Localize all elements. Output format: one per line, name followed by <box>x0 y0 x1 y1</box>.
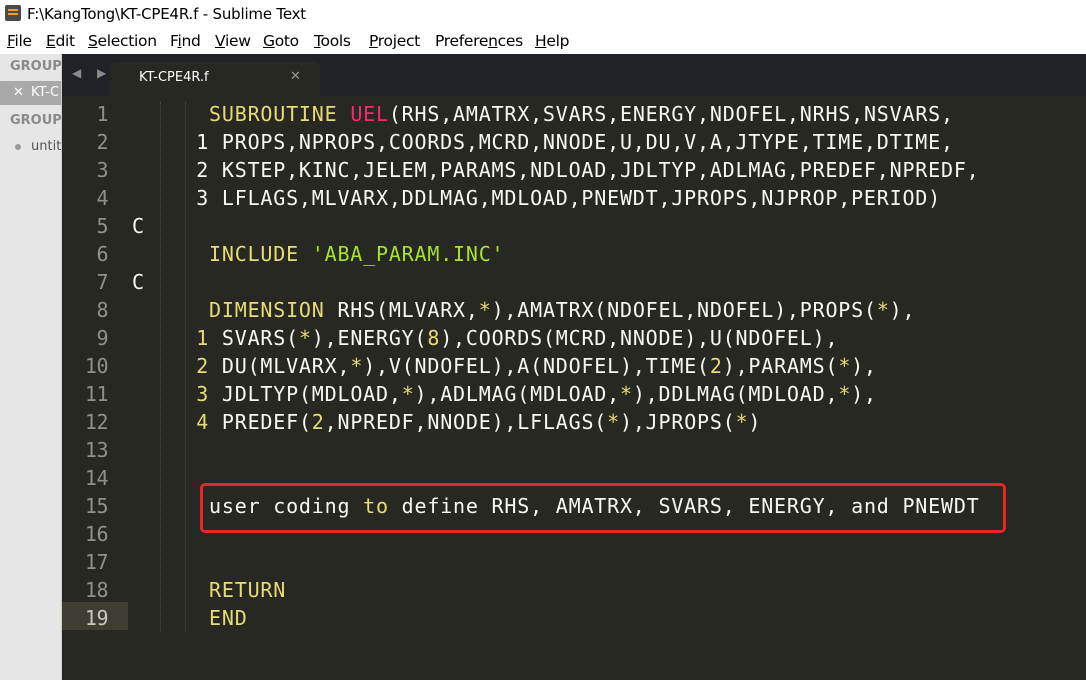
code-line: 6 INCLUDE 'ABA_PARAM.INC' <box>62 240 1086 268</box>
menu-item[interactable]: Project <box>369 32 420 50</box>
code-line: 7C <box>62 268 1086 296</box>
line-number: 7 <box>96 270 108 294</box>
line-number: 4 <box>96 186 108 210</box>
code-line: 9 1 SVARS(*),ENERGY(8),COORDS(MCRD,NNODE… <box>62 324 1086 352</box>
tab-kt-cpe4r[interactable]: KT-CPE4R.f ✕ <box>110 62 320 96</box>
line-number: 9 <box>96 326 108 350</box>
code-text: 3 LFLAGS,MLVARX,DDLMAG,MDLOAD,PNEWDT,JPR… <box>132 186 941 210</box>
line-number: 5 <box>96 214 108 238</box>
code-line: 11 3 JDLTYP(MDLOAD,*),ADLMAG(MDLOAD,*),D… <box>62 380 1086 408</box>
sidebar-group-header: GROUP <box>10 113 62 128</box>
code-line: 5C <box>62 212 1086 240</box>
line-number: 3 <box>96 158 108 182</box>
code-line: 14 <box>62 464 1086 492</box>
line-number: 15 <box>84 494 109 518</box>
code-text: END <box>132 606 248 630</box>
line-number: 14 <box>84 466 109 490</box>
code-text: 2 KSTEP,KINC,JELEM,PARAMS,NDLOAD,JDLTYP,… <box>132 158 980 182</box>
code-line: 16 <box>62 520 1086 548</box>
code-text: DIMENSION RHS(MLVARX,*),AMATRX(NDOFEL,ND… <box>132 298 916 322</box>
code-line: 1 SUBROUTINE UEL(RHS,AMATRX,SVARS,ENERGY… <box>62 100 1086 128</box>
close-icon[interactable]: ✕ <box>290 69 301 84</box>
title-bar: F:\KangTong\KT-CPE4R.f - Sublime Text <box>0 0 1086 29</box>
unsaved-dot-icon <box>15 144 21 150</box>
code-line: 3 2 KSTEP,KINC,JELEM,PARAMS,NDLOAD,JDLTY… <box>62 156 1086 184</box>
menu-item[interactable]: Help <box>535 32 569 50</box>
code-line: 17 <box>62 548 1086 576</box>
line-number: 2 <box>96 130 108 154</box>
code-line: 4 3 LFLAGS,MLVARX,DDLMAG,MDLOAD,PNEWDT,J… <box>62 184 1086 212</box>
line-number: 1 <box>96 102 108 126</box>
tab-bar: ◀ ▶ KT-CPE4R.f ✕ <box>62 54 1086 96</box>
sidebar-item-untitled[interactable]: untitl <box>31 139 61 154</box>
line-number: 6 <box>96 242 108 266</box>
sublime-text-icon <box>5 5 21 21</box>
sidebar-file-label[interactable]: KT-C <box>31 85 59 100</box>
line-number: 11 <box>84 382 109 406</box>
menu-item[interactable]: File <box>7 32 32 50</box>
code-text: C <box>132 270 145 294</box>
sidebar: GROUP ✕ KT-C GROUP untitl <box>0 54 62 680</box>
menu-item[interactable]: Preferences <box>435 32 523 50</box>
code-text: 3 JDLTYP(MDLOAD,*),ADLMAG(MDLOAD,*),DDLM… <box>196 382 877 406</box>
sidebar-group-header: GROUP <box>10 59 62 74</box>
code-line: 2 1 PROPS,NPROPS,COORDS,MCRD,NNODE,U,DU,… <box>62 128 1086 156</box>
menu-item[interactable]: Goto <box>263 32 299 50</box>
line-number: 8 <box>96 298 108 322</box>
code-editor[interactable]: 1 SUBROUTINE UEL(RHS,AMATRX,SVARS,ENERGY… <box>62 96 1086 680</box>
window-title: F:\KangTong\KT-CPE4R.f - Sublime Text <box>27 5 306 23</box>
code-text: SUBROUTINE UEL(RHS,AMATRX,SVARS,ENERGY,N… <box>132 102 954 126</box>
line-number: 16 <box>84 522 109 546</box>
line-number: 19 <box>84 606 109 630</box>
code-line: 18 RETURN <box>62 576 1086 604</box>
menu-item[interactable]: View <box>215 32 251 50</box>
line-number: 18 <box>84 578 109 602</box>
line-number: 10 <box>84 354 109 378</box>
menu-bar: File Edit Selection Find View Goto Tools Projec… <box>0 29 1086 54</box>
code-text: 1 SVARS(*),ENERGY(8),COORDS(MCRD,NNODE),… <box>196 326 839 350</box>
code-text: 2 DU(MLVARX,*),V(NDOFEL),A(NDOFEL),TIME(… <box>196 354 877 378</box>
code-text: user coding to define RHS, AMATRX, SVARS… <box>132 494 980 518</box>
menu-item[interactable]: Tools <box>314 32 351 50</box>
tab-nav-arrows-icon[interactable]: ◀ ▶ <box>72 66 112 80</box>
close-icon[interactable]: ✕ <box>13 85 24 100</box>
code-line: 15 user coding to define RHS, AMATRX, SV… <box>62 492 1086 520</box>
code-text: RETURN <box>132 578 287 602</box>
code-line: 19 END <box>62 604 1086 632</box>
tab-label: KT-CPE4R.f <box>139 70 209 85</box>
code-line: 12 4 PREDEF(2,NPREDF,NNODE),LFLAGS(*),JP… <box>62 408 1086 436</box>
menu-item[interactable]: Find <box>170 32 201 50</box>
code-text: INCLUDE 'ABA_PARAM.INC' <box>132 242 505 266</box>
menu-item[interactable]: Selection <box>88 32 157 50</box>
code-text: 4 PREDEF(2,NPREDF,NNODE),LFLAGS(*),JPROP… <box>196 410 762 434</box>
code-text: 1 PROPS,NPROPS,COORDS,MCRD,NNODE,U,DU,V,… <box>132 130 954 154</box>
code-text: C <box>132 214 145 238</box>
line-number: 13 <box>84 438 109 462</box>
line-number: 12 <box>84 410 109 434</box>
code-line: 13 <box>62 436 1086 464</box>
code-line: 8 DIMENSION RHS(MLVARX,*),AMATRX(NDOFEL,… <box>62 296 1086 324</box>
line-number: 17 <box>84 550 109 574</box>
menu-item[interactable]: Edit <box>46 32 75 50</box>
code-line: 10 2 DU(MLVARX,*),V(NDOFEL),A(NDOFEL),TI… <box>62 352 1086 380</box>
